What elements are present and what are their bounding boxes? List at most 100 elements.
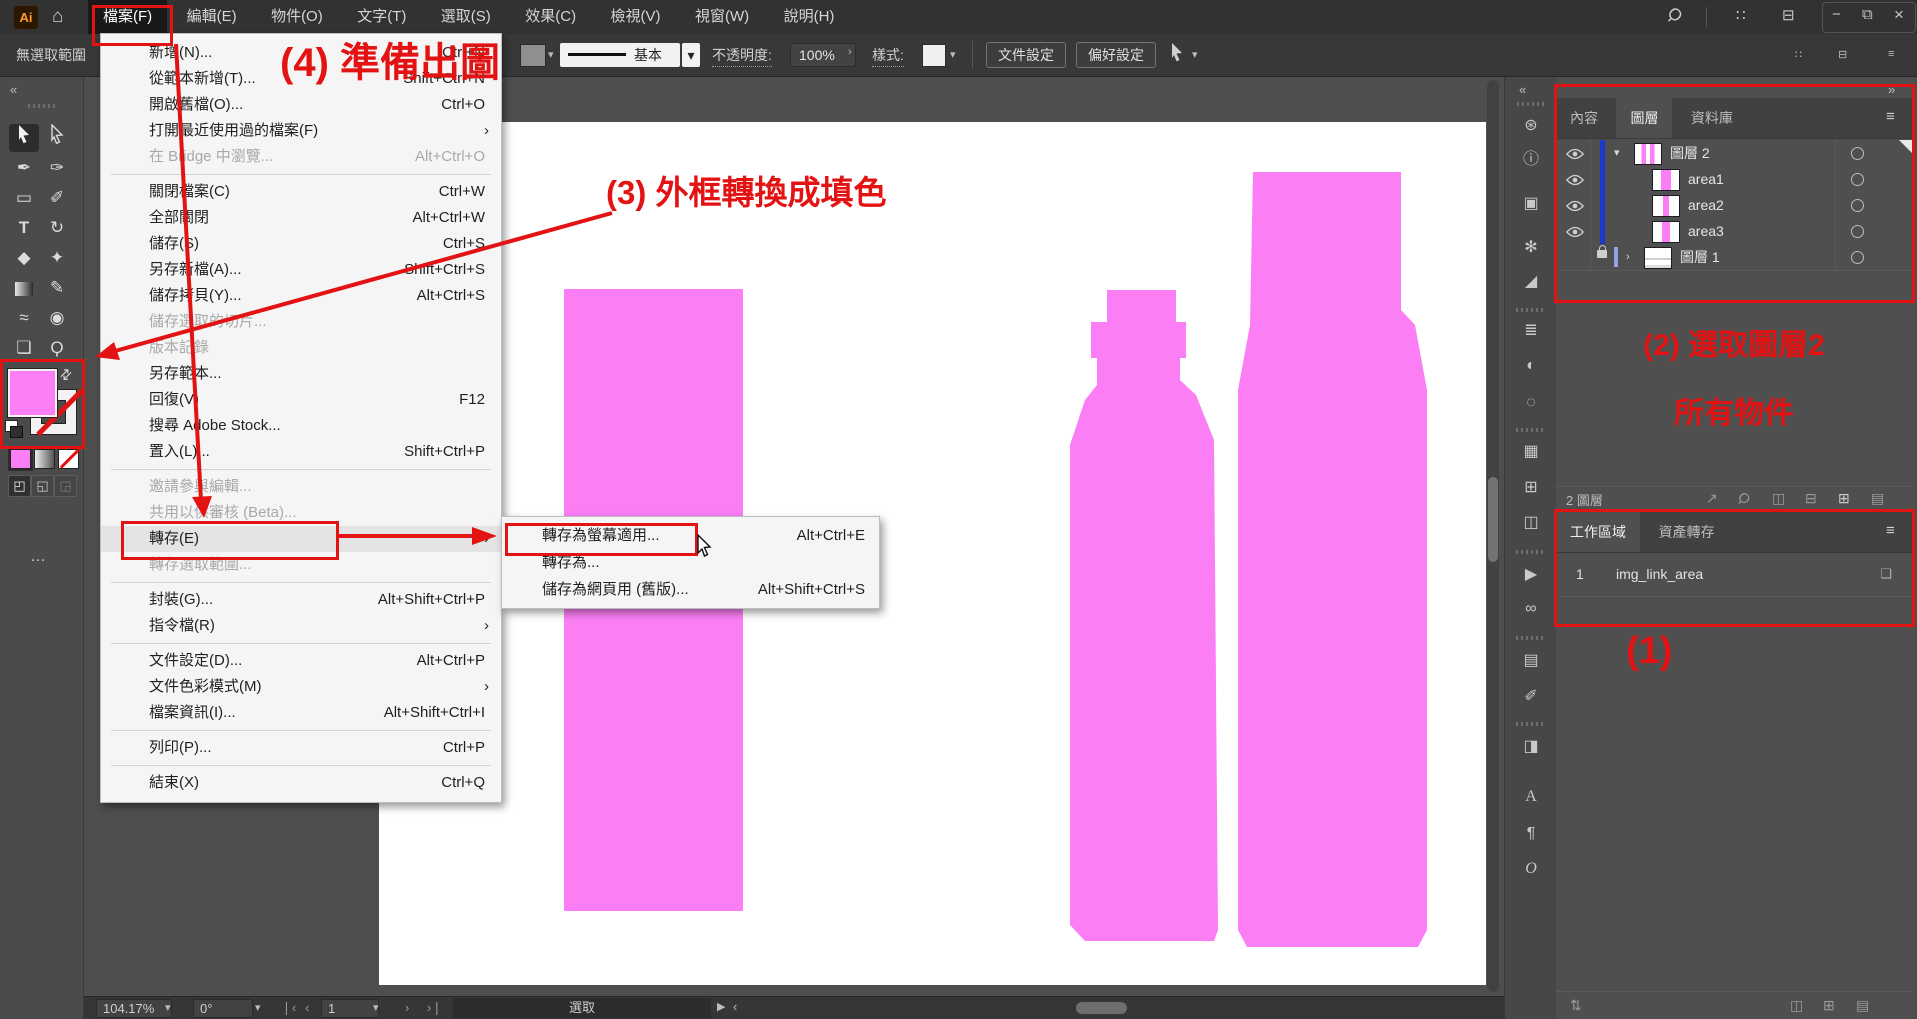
pen-tool[interactable]: ✒ (9, 154, 39, 182)
shaper-tool[interactable]: ✦ (42, 244, 72, 272)
style-label[interactable]: 樣式: (872, 44, 904, 67)
menu-item-close[interactable]: 關閉檔案(C)Ctrl+W (101, 179, 501, 205)
menu-item-save-for-web-legacy[interactable]: 儲存為網頁用 (舊版)...Alt+Shift+Ctrl+S (502, 576, 879, 603)
stroke-icon[interactable]: ≣ (1516, 318, 1546, 344)
dock-grip[interactable] (1516, 722, 1544, 726)
pink-bottle-middle-shape[interactable] (1067, 290, 1219, 941)
arrange-documents-icon[interactable]: ∷ (1736, 6, 1746, 24)
stroke-profile-caret-icon[interactable]: ▾ (548, 48, 554, 61)
dock-grip[interactable] (1516, 308, 1544, 312)
rotation-field[interactable]: 0° (193, 999, 253, 1018)
status-back-icon[interactable]: ‹ (733, 999, 737, 1014)
zoom-caret-icon[interactable]: ▾ (165, 1001, 171, 1014)
menu-item-scripts[interactable]: 指令檔(R)› (101, 613, 501, 639)
symbols-icon[interactable]: ▦ (1516, 439, 1546, 465)
dock-collapse-icon[interactable]: « (1519, 82, 1526, 97)
width-tool[interactable]: ≈ (9, 304, 39, 332)
artboard-number-field[interactable]: 1 (321, 999, 379, 1018)
first-artboard-icon[interactable]: ❘‹ (281, 1000, 296, 1016)
move-icon[interactable]: ◫ (1790, 997, 1803, 1014)
restore-button[interactable]: ⧉ (1862, 6, 1873, 23)
artboard-tool[interactable]: ❏ (9, 334, 39, 362)
opacity-value-field[interactable]: 100% (790, 43, 856, 67)
brush-definition-dropdown[interactable]: 基本 (560, 43, 680, 67)
info-icon[interactable]: ⓘ (1516, 147, 1546, 173)
draw-inside-button[interactable]: ◲ (54, 475, 77, 497)
opacity-more-icon[interactable]: › (848, 46, 852, 58)
zoom-level-field[interactable]: 104.17% (96, 999, 172, 1018)
color-icon[interactable]: ✻ (1516, 235, 1546, 261)
reorder-icon[interactable]: ⇅ (1570, 997, 1582, 1014)
type-tool[interactable]: T (9, 214, 39, 242)
toolbar-grip[interactable] (28, 104, 56, 108)
eraser-tool[interactable]: ◆ (9, 244, 39, 272)
prev-artboard-icon[interactable]: ‹ (305, 1000, 309, 1015)
color-mode-none-swatch[interactable] (58, 449, 79, 469)
menu-item-open-recent[interactable]: 打開最近使用過的檔案(F)› (101, 118, 501, 144)
last-artboard-icon[interactable]: ›❘ (427, 1000, 442, 1016)
wheel-icon[interactable]: ⊛ (1516, 113, 1546, 139)
stroke-profile-swatch[interactable] (520, 44, 546, 67)
menu-item-package[interactable]: 封裝(G)...Alt+Shift+Ctrl+P (101, 587, 501, 613)
actions-icon[interactable]: ▶ (1516, 562, 1546, 588)
menu-item-save[interactable]: 儲存(S)Ctrl+S (101, 231, 501, 257)
menu-view[interactable]: 檢視(V) (596, 0, 676, 34)
delete-icon[interactable]: ▤ (1871, 490, 1884, 507)
status-play-icon[interactable]: ▶ (717, 1000, 725, 1013)
paintbrush-tool[interactable]: ✐ (42, 184, 72, 212)
menu-item-close-all[interactable]: 全部關閉Alt+Ctrl+W (101, 205, 501, 231)
canvas-vertical-scrollbar-thumb[interactable] (1488, 477, 1498, 562)
canvas-horizontal-scrollbar-thumb[interactable] (1076, 1002, 1127, 1014)
menu-object[interactable]: 物件(O) (256, 0, 338, 34)
menu-effect[interactable]: 效果(C) (510, 0, 591, 34)
collect-export-icon[interactable]: ↗ (1706, 490, 1718, 507)
opacity-label[interactable]: 不透明度: (712, 44, 772, 67)
close-button[interactable]: × (1894, 5, 1904, 25)
rotation-caret-icon[interactable]: ▾ (255, 1001, 261, 1014)
draw-behind-button[interactable]: ◱ (31, 475, 54, 497)
dock-grip[interactable] (1516, 636, 1544, 640)
trash-icon[interactable]: ▤ (1856, 997, 1869, 1014)
menu-item-document-setup[interactable]: 文件設定(D)...Alt+Ctrl+P (101, 648, 501, 674)
menu-type[interactable]: 文字(T) (342, 0, 421, 34)
dock-grip[interactable] (1516, 428, 1544, 432)
menu-select[interactable]: 選取(S) (426, 0, 506, 34)
menu-item-open[interactable]: 開啟舊檔(O)...Ctrl+O (101, 92, 501, 118)
preferences-button[interactable]: 偏好設定 (1076, 42, 1156, 68)
app-logo[interactable]: Ai (14, 6, 38, 29)
gradient-tool[interactable] (9, 274, 39, 302)
new-sublayer-icon[interactable]: ⊟ (1805, 490, 1817, 507)
menu-item-search-adobe-stock[interactable]: 搜尋 Adobe Stock... (101, 413, 501, 439)
direct-selection-tool[interactable] (42, 124, 72, 152)
draw-normal-button[interactable]: ◰ (8, 475, 31, 497)
selection-tool[interactable] (9, 124, 39, 152)
align-icon[interactable]: ⊞ (1516, 475, 1546, 501)
menu-item-document-color-mode[interactable]: 文件色彩模式(M)› (101, 674, 501, 700)
menu-window[interactable]: 視窗(W) (680, 0, 764, 34)
pink-bottle-right-shape[interactable] (1238, 172, 1427, 947)
dock-grip[interactable] (1516, 550, 1544, 554)
artboards-icon[interactable]: ▣ (1516, 191, 1546, 217)
gradient-icon[interactable]: ◨ (1516, 734, 1546, 760)
eyedropper-tool[interactable]: ✎ (42, 274, 72, 302)
menu-item-exit[interactable]: 結束(X)Ctrl+Q (101, 770, 501, 796)
rectangle-tool[interactable]: ▭ (9, 184, 39, 212)
swatches-icon[interactable]: ▤ (1516, 648, 1546, 674)
menu-item-file-info[interactable]: 檔案資訊(I)...Alt+Shift+Ctrl+I (101, 700, 501, 726)
menu-item-place[interactable]: 置入(L)...Shift+Ctrl+P (101, 439, 501, 465)
menu-item-save-a-copy[interactable]: 儲存拷貝(Y)...Alt+Ctrl+S (101, 283, 501, 309)
cb-workspace-icon[interactable]: ⊟ (1838, 48, 1847, 61)
menu-item-save-as-template[interactable]: 另存範本... (101, 361, 501, 387)
zoom-tool[interactable]: Ϙ (42, 334, 72, 362)
style-caret-icon[interactable]: ▾ (950, 48, 956, 61)
color-mode-gradient-swatch[interactable] (34, 449, 55, 469)
minimize-button[interactable]: − (1832, 6, 1841, 23)
toolbar-collapse-icon[interactable]: « (10, 82, 17, 97)
character-icon[interactable]: A (1516, 784, 1546, 810)
search-icon[interactable]: Ϙ (1663, 3, 1687, 27)
menu-item-revert[interactable]: 回復(V)F12 (101, 387, 501, 413)
links-icon[interactable]: ∞ (1516, 596, 1546, 622)
artboard-caret-icon[interactable]: ▾ (373, 1001, 379, 1014)
brush-caret-icon[interactable]: ▾ (682, 43, 700, 67)
menu-item-print[interactable]: 列印(P)...Ctrl+P (101, 735, 501, 761)
